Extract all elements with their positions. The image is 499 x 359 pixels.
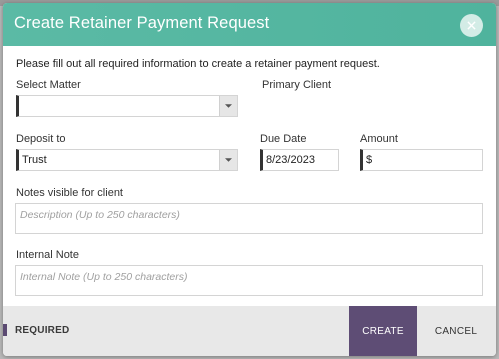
- select-matter-dropdown[interactable]: [16, 95, 238, 117]
- cancel-button[interactable]: CANCEL: [427, 306, 485, 356]
- internal-note-placeholder: Internal Note (Up to 250 characters): [20, 271, 188, 283]
- select-matter-toggle[interactable]: [219, 96, 237, 116]
- deposit-to-toggle[interactable]: [219, 150, 237, 170]
- dialog-title: Create Retainer Payment Request: [14, 14, 270, 32]
- amount-label: Amount: [360, 133, 398, 145]
- dialog-header: Create Retainer Payment Request: [3, 3, 496, 46]
- chevron-down-icon: [225, 158, 232, 162]
- retainer-payment-dialog: Create Retainer Payment Request Please f…: [3, 3, 496, 356]
- internal-note-textarea[interactable]: Internal Note (Up to 250 characters): [15, 265, 483, 296]
- required-indicator: [3, 324, 7, 336]
- due-date-label: Due Date: [260, 133, 307, 145]
- chevron-down-icon: [225, 104, 232, 108]
- client-notes-placeholder: Description (Up to 250 characters): [20, 209, 180, 221]
- deposit-to-label: Deposit to: [16, 133, 66, 145]
- close-button[interactable]: [460, 14, 483, 37]
- instructions-text: Please fill out all required information…: [16, 58, 380, 70]
- primary-client-label: Primary Client: [262, 79, 332, 91]
- client-notes-label: Notes visible for client: [16, 187, 123, 199]
- deposit-to-dropdown[interactable]: Trust: [16, 149, 238, 171]
- due-date-input[interactable]: 8/23/2023: [260, 149, 339, 171]
- amount-input[interactable]: $: [360, 149, 483, 171]
- create-button[interactable]: CREATE: [349, 306, 417, 356]
- select-matter-label: Select Matter: [16, 79, 81, 91]
- deposit-to-value: Trust: [22, 154, 47, 166]
- amount-currency-prefix: $: [366, 154, 373, 166]
- dialog-footer: REQUIRED CREATE CANCEL: [3, 306, 496, 356]
- internal-note-label: Internal Note: [16, 249, 79, 261]
- required-legend: REQUIRED: [15, 325, 70, 336]
- client-notes-textarea[interactable]: Description (Up to 250 characters): [15, 203, 483, 234]
- due-date-value: 8/23/2023: [266, 154, 315, 166]
- close-icon: [467, 21, 476, 30]
